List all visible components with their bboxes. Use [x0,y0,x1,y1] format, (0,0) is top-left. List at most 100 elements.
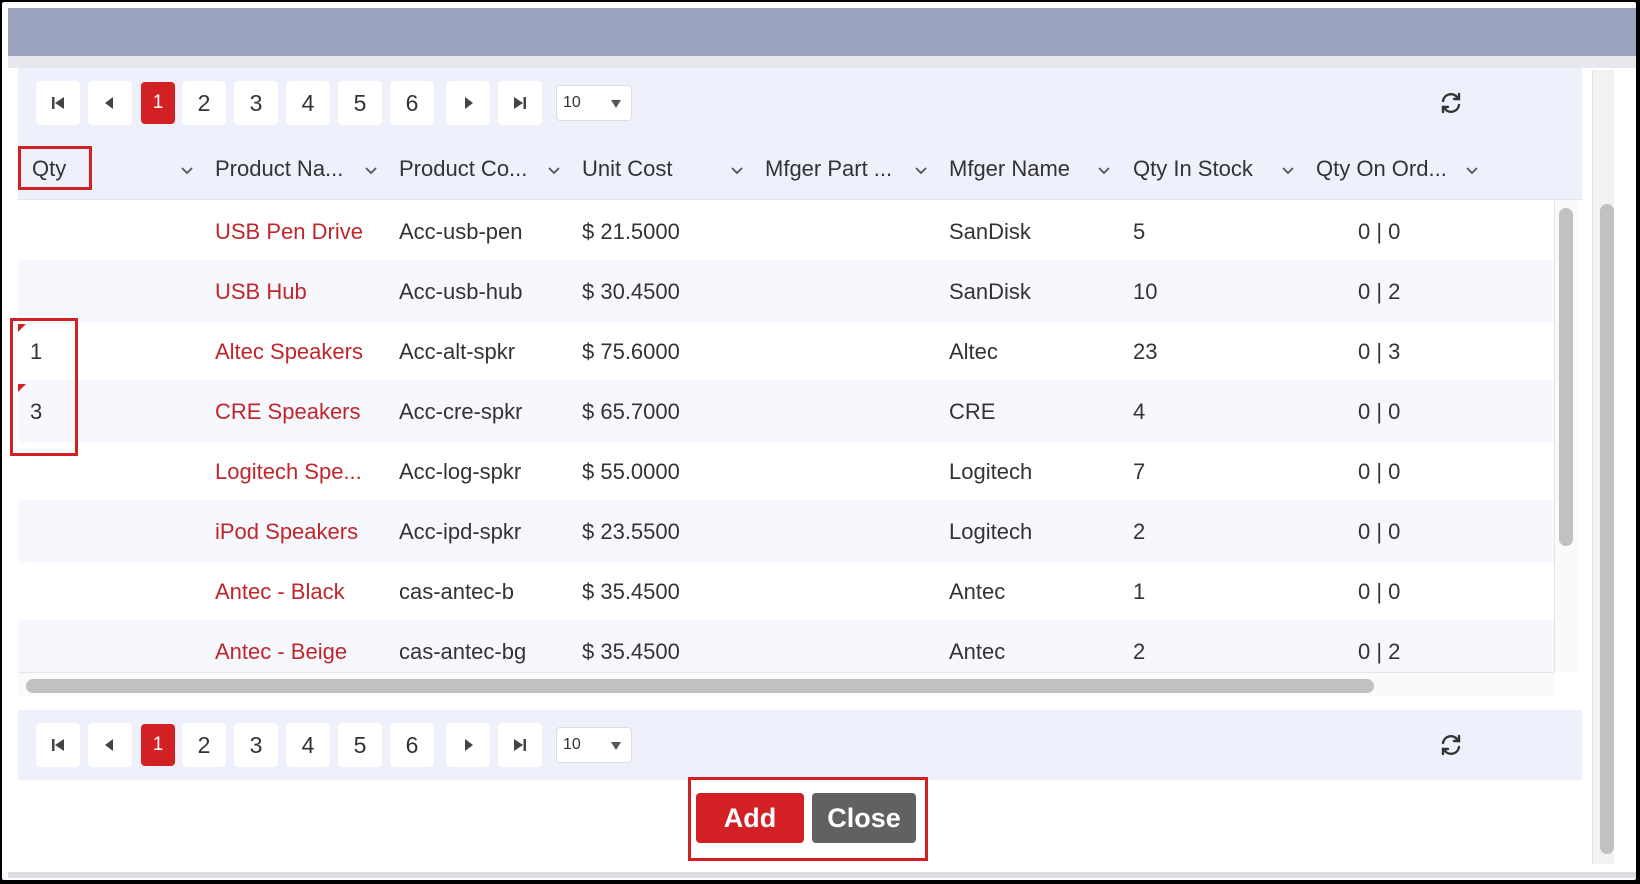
page-button-4[interactable]: 4 [286,81,330,125]
qty-on-order-cell: 0 | 0 [1358,518,1401,544]
page-size-select[interactable]: 10 [556,727,632,763]
table-row[interactable]: USB Pen Drive Acc-usb-pen $ 21.5000 SanD… [18,200,1554,263]
mfger-name-cell: SanDisk [949,278,1031,304]
add-button[interactable]: Add [696,793,804,843]
product-name-link[interactable]: USB Hub [215,260,307,323]
product-code-cell: Acc-alt-spkr [399,338,516,364]
prev-page-button[interactable] [88,723,132,767]
refresh-icon [1441,92,1461,114]
refresh-button[interactable] [1436,88,1466,118]
dialog-bottom-edge [8,872,1636,878]
last-page-button[interactable] [498,723,542,767]
table-row[interactable]: USB Hub Acc-usb-hub $ 30.4500 SanDisk 10… [18,260,1554,323]
page-button-2[interactable]: 2 [182,723,226,767]
next-page-button[interactable] [446,723,490,767]
product-name-link[interactable]: Altec Speakers [215,320,363,383]
unit-cost-cell: $ 35.4500 [582,638,680,664]
qty-header-highlight [18,146,92,190]
table-row[interactable]: Logitech Spe... Acc-log-spkr $ 55.0000 L… [18,440,1554,503]
chevron-down-icon[interactable] [1464,162,1480,178]
product-name-link[interactable]: Antec - Beige [215,620,347,672]
page-button-6[interactable]: 6 [390,723,434,767]
table-row[interactable]: Antec - Black cas-antec-b $ 35.4500 Ante… [18,560,1554,623]
mfger-name-cell: Altec [949,338,998,364]
next-page-icon [465,739,473,751]
mfger-name-cell: CRE [949,398,996,424]
product-code-cell: Acc-cre-spkr [399,398,523,424]
qty-on-order-cell: 0 | 0 [1358,578,1401,604]
unit-cost-cell: $ 30.4500 [582,278,680,304]
next-page-button[interactable] [446,81,490,125]
page-button-6[interactable]: 6 [390,81,434,125]
page-button-5[interactable]: 5 [338,723,382,767]
unit-cost-cell: $ 65.7000 [582,398,680,424]
product-code-cell: Acc-ipd-spkr [399,518,522,544]
prev-page-icon [105,739,113,751]
table-row[interactable]: Antec - Beige cas-antec-bg $ 35.4500 Ant… [18,620,1554,672]
column-header-qty-in-stock[interactable]: Qty In Stock [1133,138,1253,200]
column-header-product-code[interactable]: Product Co... [399,138,527,200]
mfger-name-cell: Antec [949,578,1006,604]
product-code-cell: Acc-log-spkr [399,458,522,484]
last-page-button[interactable] [498,81,542,125]
qty-on-order-cell: 0 | 2 [1358,638,1401,664]
page-size-select[interactable]: 10 [556,85,632,121]
mfger-name-cell: Logitech [949,518,1033,544]
prev-page-icon [105,97,113,109]
chevron-down-icon[interactable] [1280,162,1296,178]
column-header-product-name[interactable]: Product Na... [215,138,343,200]
chevron-down-icon[interactable] [913,162,929,178]
page-button-1[interactable]: 1 [141,82,175,124]
chevron-down-icon[interactable] [179,162,195,178]
unit-cost-cell: $ 23.5500 [582,518,680,544]
grid-vertical-scroll-thumb[interactable] [1559,208,1573,546]
product-name-link[interactable]: USB Pen Drive [215,200,363,263]
titlebar-divider [8,56,1636,68]
page-button-1[interactable]: 1 [141,724,175,766]
product-code-cell: cas-antec-b [399,578,514,604]
table-row[interactable]: iPod Speakers Acc-ipd-spkr $ 23.5500 Log… [18,500,1554,563]
refresh-button[interactable] [1436,730,1466,760]
qty-on-order-cell: 0 | 0 [1358,458,1401,484]
qty-in-stock-cell: 23 [1133,338,1158,364]
chevron-down-icon[interactable] [1096,162,1112,178]
unit-cost-cell: $ 35.4500 [582,578,680,604]
product-name-link[interactable]: iPod Speakers [215,500,358,563]
page-size-value: 10 [563,736,581,753]
last-page-icon [514,739,526,751]
page-button-3[interactable]: 3 [234,81,278,125]
column-header-mfger-name[interactable]: Mfger Name [949,138,1070,200]
table-row[interactable]: 1 Altec Speakers Acc-alt-spkr $ 75.6000 … [18,320,1554,383]
dialog-vertical-scroll-thumb[interactable] [1600,204,1614,854]
mfger-name-cell: Logitech [949,458,1033,484]
first-page-button[interactable] [36,723,80,767]
page-button-4[interactable]: 4 [286,723,330,767]
column-header-unit-cost[interactable]: Unit Cost [582,138,672,200]
qty-in-stock-cell: 7 [1133,458,1146,484]
table-row[interactable]: 3 CRE Speakers Acc-cre-spkr $ 65.7000 CR… [18,380,1554,443]
page-button-2[interactable]: 2 [182,81,226,125]
first-page-icon [52,97,64,109]
product-name-link[interactable]: CRE Speakers [215,380,361,443]
column-header-qty-on-order[interactable]: Qty On Ord... [1316,138,1447,200]
prev-page-button[interactable] [88,81,132,125]
column-header-mfger-part[interactable]: Mfger Part ... [765,138,892,200]
product-code-cell: Acc-usb-pen [399,218,523,244]
chevron-down-icon[interactable] [363,162,379,178]
first-page-button[interactable] [36,81,80,125]
dialog-titlebar[interactable] [8,8,1636,56]
grid-body: USB Pen Drive Acc-usb-pen $ 21.5000 SanD… [18,200,1554,672]
page-button-5[interactable]: 5 [338,81,382,125]
chevron-down-icon[interactable] [546,162,562,178]
chevron-down-icon[interactable] [729,162,745,178]
page-size-value: 10 [563,94,581,111]
qty-on-order-cell: 0 | 2 [1358,278,1401,304]
product-code-cell: cas-antec-bg [399,638,527,664]
product-code-cell: Acc-usb-hub [399,278,523,304]
dialog-frame: 1 2 3 4 5 6 10 Qty Product Na... Product… [2,2,1636,880]
page-button-3[interactable]: 3 [234,723,278,767]
product-name-link[interactable]: Antec - Black [215,560,345,623]
grid-horizontal-scroll-thumb[interactable] [26,679,1374,693]
product-name-link[interactable]: Logitech Spe... [215,440,362,503]
close-button[interactable]: Close [812,793,916,843]
